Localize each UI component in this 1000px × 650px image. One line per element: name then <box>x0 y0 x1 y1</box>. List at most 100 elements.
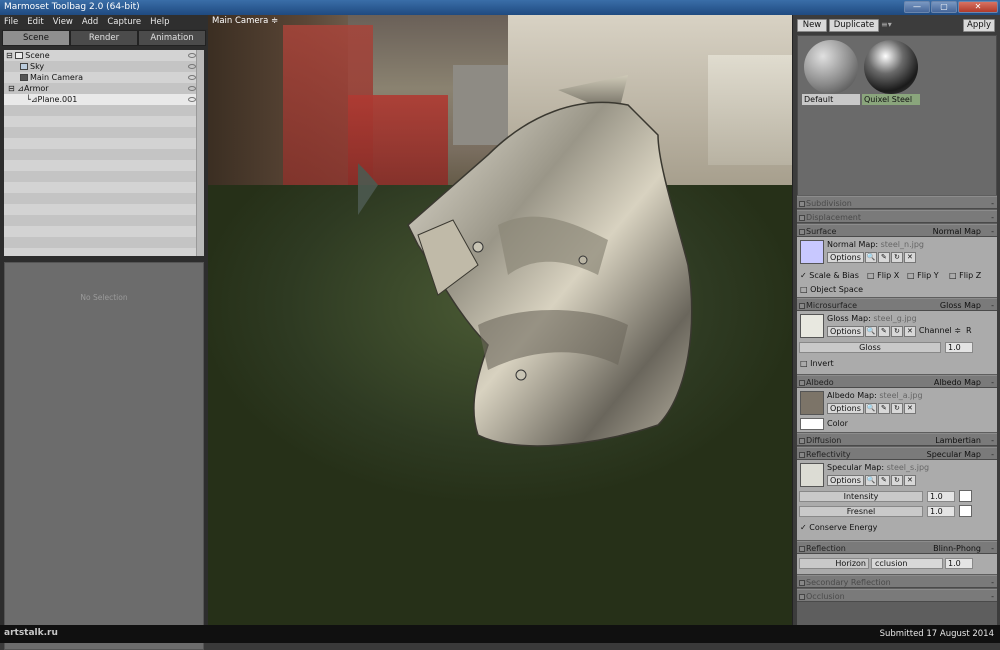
gloss-value[interactable]: 1.0 <box>945 342 973 353</box>
armor-model <box>358 75 693 447</box>
camera-selector[interactable]: Main Camera ≑ <box>212 16 278 26</box>
tree-scrollbar[interactable] <box>196 50 204 256</box>
scale-bias-checkbox[interactable]: ✓ Scale & Bias <box>800 271 859 280</box>
clear-icon[interactable]: ✕ <box>903 403 916 414</box>
section-reflectivity[interactable]: Reflectivity Specular Map - <box>797 447 997 460</box>
edit-icon[interactable]: ✎ <box>877 252 890 263</box>
eye-icon[interactable] <box>188 64 196 69</box>
section-displacement[interactable]: Displacement - <box>797 210 997 223</box>
gloss-slider[interactable]: Gloss <box>799 342 941 353</box>
section-diffusion[interactable]: Diffusion Lambertian - <box>797 433 997 446</box>
fresnel-slider[interactable]: Fresnel <box>799 506 923 517</box>
gloss-map-thumbnail[interactable] <box>800 314 824 338</box>
horizon-slider[interactable]: Horizon <box>799 558 869 569</box>
occlusion-field[interactable]: cclusion <box>871 558 943 569</box>
minimize-button[interactable]: — <box>904 1 930 13</box>
intensity-slider[interactable]: Intensity <box>799 491 923 502</box>
options-button[interactable]: Options <box>827 326 864 337</box>
refresh-icon[interactable]: ↻ <box>890 252 903 263</box>
eye-icon[interactable] <box>188 97 196 102</box>
fresnel-color-swatch[interactable] <box>959 505 972 517</box>
material-default[interactable]: Default <box>802 40 860 105</box>
material-menu-icon[interactable]: ≡▾ <box>881 20 892 29</box>
refresh-icon[interactable]: ↻ <box>890 475 903 486</box>
material-library: Default Quixel Steel <box>797 35 997 197</box>
search-icon[interactable]: 🔍 <box>864 326 877 337</box>
edit-icon[interactable]: ✎ <box>877 403 890 414</box>
section-occlusion[interactable]: Occlusion - <box>797 589 997 602</box>
section-secondary-reflection[interactable]: Secondary Reflection - <box>797 575 997 588</box>
channel-value[interactable]: R <box>964 326 974 337</box>
duplicate-material-button[interactable]: Duplicate <box>829 19 879 32</box>
channel-select[interactable]: Channel ≑ <box>917 326 963 337</box>
options-button[interactable]: Options <box>827 403 864 414</box>
tab-scene[interactable]: Scene <box>2 30 70 46</box>
apply-material-button[interactable]: Apply <box>963 19 995 32</box>
site-logo: artstalk.ru <box>4 628 58 638</box>
tab-animation[interactable]: Animation <box>138 30 206 46</box>
section-microsurface[interactable]: Microsurface Gloss Map - <box>797 298 997 311</box>
albedo-map-thumbnail[interactable] <box>800 391 824 415</box>
fresnel-value[interactable]: 1.0 <box>927 506 955 517</box>
collapse-icon[interactable]: ⊟ <box>6 51 13 60</box>
menu-edit[interactable]: Edit <box>27 15 43 29</box>
edit-icon[interactable]: ✎ <box>877 475 890 486</box>
search-icon[interactable]: 🔍 <box>864 475 877 486</box>
invert-checkbox[interactable]: □ Invert <box>800 359 834 368</box>
clear-icon[interactable]: ✕ <box>903 475 916 486</box>
mesh-icon: ⊿ <box>17 84 24 93</box>
flip-y-checkbox[interactable]: □ Flip Y <box>907 271 939 280</box>
tab-render[interactable]: Render <box>70 30 138 46</box>
clear-icon[interactable]: ✕ <box>903 252 916 263</box>
eye-icon[interactable] <box>188 53 196 58</box>
horizon-value[interactable]: 1.0 <box>945 558 973 569</box>
options-button[interactable]: Options <box>827 252 864 263</box>
no-selection-text: No Selection <box>80 293 128 302</box>
menu-file[interactable]: File <box>4 15 18 29</box>
menu-view[interactable]: View <box>53 15 73 29</box>
close-button[interactable]: ✕ <box>958 1 998 13</box>
tree-item-sky[interactable]: Sky <box>4 61 204 72</box>
flip-x-checkbox[interactable]: □ Flip X <box>867 271 899 280</box>
search-icon[interactable]: 🔍 <box>864 403 877 414</box>
intensity-value[interactable]: 1.0 <box>927 491 955 502</box>
flip-z-checkbox[interactable]: □ Flip Z <box>949 271 981 280</box>
refresh-icon[interactable]: ↻ <box>890 326 903 337</box>
eye-icon[interactable] <box>188 86 196 91</box>
properties-panel-empty: No Selection <box>4 262 204 650</box>
tree-item-plane001[interactable]: └⊿Plane.001 <box>4 94 204 105</box>
camera-icon <box>20 74 28 81</box>
edit-icon[interactable]: ✎ <box>877 326 890 337</box>
material-quixel-steel[interactable]: Quixel Steel <box>862 40 920 105</box>
3d-viewport[interactable]: Main Camera ≑ <box>208 15 792 625</box>
section-surface[interactable]: Surface Normal Map - <box>797 224 997 237</box>
tree-item-armor[interactable]: ⊟ ⊿Armor <box>4 83 204 94</box>
specular-map-panel: Specular Map: steel_s.jpg Options 🔍 ✎ ↻ … <box>797 460 997 540</box>
section-albedo[interactable]: Albedo Albedo Map - <box>797 375 997 388</box>
options-button[interactable]: Options <box>827 475 864 486</box>
new-material-button[interactable]: New <box>797 19 827 32</box>
maximize-button[interactable]: ▢ <box>931 1 957 13</box>
section-subdivision[interactable]: Subdivision - <box>797 196 997 209</box>
object-space-checkbox[interactable]: □ Object Space <box>800 285 863 294</box>
intensity-color-swatch[interactable] <box>959 490 972 502</box>
menu-add[interactable]: Add <box>82 15 98 29</box>
reflection-panel: Horizon cclusion 1.0 <box>797 554 997 574</box>
tree-item-scene[interactable]: ⊟ Scene <box>4 50 204 61</box>
eye-icon[interactable] <box>188 75 196 80</box>
color-label: Color <box>827 419 848 428</box>
section-reflection[interactable]: Reflection Blinn-Phong - <box>797 541 997 554</box>
normal-map-thumbnail[interactable] <box>800 240 824 264</box>
menu-capture[interactable]: Capture <box>107 15 141 29</box>
menu-help[interactable]: Help <box>150 15 169 29</box>
conserve-energy-checkbox[interactable]: ✓ Conserve Energy <box>800 523 877 532</box>
clear-icon[interactable]: ✕ <box>903 326 916 337</box>
albedo-color-swatch[interactable] <box>800 418 824 430</box>
refresh-icon[interactable]: ↻ <box>890 403 903 414</box>
diffusion-type-select[interactable]: Lambertian <box>935 434 981 447</box>
collapse-icon[interactable]: ⊟ <box>8 84 15 93</box>
specular-map-thumbnail[interactable] <box>800 463 824 487</box>
search-icon[interactable]: 🔍 <box>864 252 877 263</box>
steel-material-sphere <box>864 40 918 94</box>
tree-item-main-camera[interactable]: Main Camera <box>4 72 204 83</box>
